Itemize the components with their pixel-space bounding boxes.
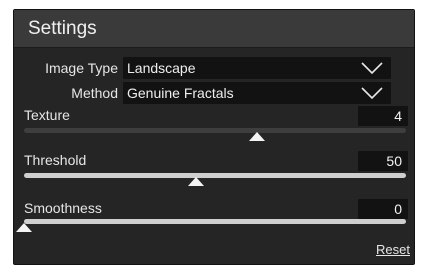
smoothness-value-field[interactable]: 0 bbox=[358, 199, 408, 219]
smoothness-label: Smoothness bbox=[24, 200, 102, 216]
image-type-value: Landscape bbox=[127, 60, 196, 76]
method-label: Method bbox=[71, 85, 118, 101]
chevron-down-icon bbox=[361, 62, 383, 75]
reset-link[interactable]: Reset bbox=[376, 242, 410, 258]
texture-slider-track[interactable] bbox=[24, 128, 406, 133]
method-dropdown[interactable]: Genuine Fractals bbox=[123, 82, 391, 104]
settings-panel: Settings Image Type Landscape Method Gen… bbox=[13, 9, 415, 265]
image-type-label: Image Type bbox=[45, 60, 118, 76]
threshold-value-field[interactable]: 50 bbox=[358, 151, 408, 171]
texture-value-field[interactable]: 4 bbox=[358, 106, 408, 126]
texture-label: Texture bbox=[24, 107, 70, 123]
panel-title: Settings bbox=[28, 18, 97, 39]
panel-header: Settings bbox=[14, 10, 414, 48]
threshold-slider-thumb[interactable] bbox=[187, 177, 204, 186]
smoothness-slider-thumb[interactable] bbox=[16, 223, 32, 232]
image-type-dropdown[interactable]: Landscape bbox=[123, 57, 391, 79]
threshold-label: Threshold bbox=[24, 152, 87, 168]
method-value: Genuine Fractals bbox=[127, 85, 234, 101]
texture-slider-thumb[interactable] bbox=[249, 132, 266, 141]
chevron-down-icon bbox=[361, 87, 383, 100]
smoothness-slider-track[interactable] bbox=[24, 219, 406, 224]
threshold-slider-track[interactable] bbox=[24, 173, 406, 178]
